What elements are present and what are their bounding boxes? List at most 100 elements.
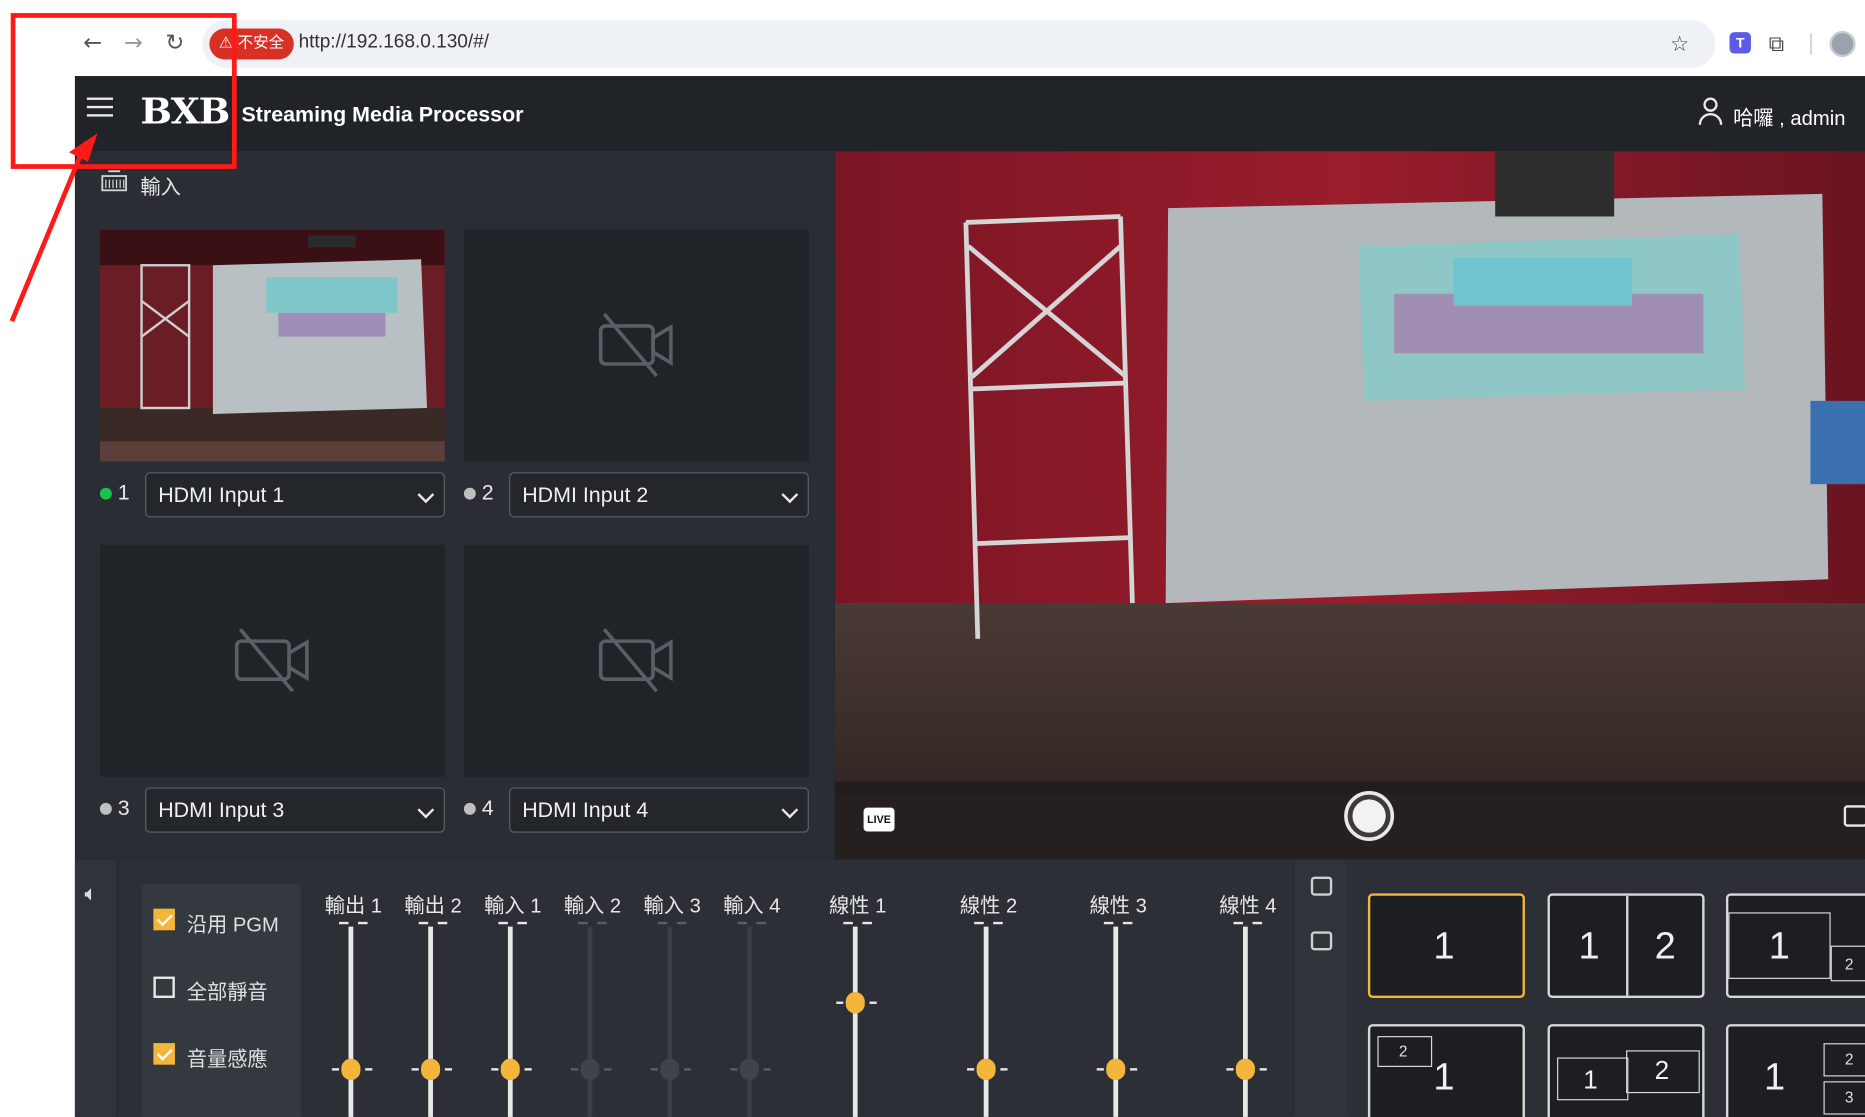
profile-avatar[interactable]	[1829, 30, 1856, 58]
volume-slider-knob[interactable]	[845, 992, 865, 1014]
volume-slider-track[interactable]	[428, 926, 433, 1117]
channel-tick	[597, 921, 607, 925]
channel-tick	[1233, 921, 1244, 925]
layout-sub-label: 3	[1844, 1088, 1854, 1107]
volume-slider-knob	[739, 1058, 759, 1081]
slider-side-mark	[650, 1068, 658, 1071]
volume-slider-track[interactable]	[1113, 926, 1119, 1117]
channel-tick	[498, 921, 508, 925]
app-container: BXB Streaming Media Processor 哈囉 , admin…	[74, 76, 1865, 1117]
layout-label: 1	[1768, 924, 1790, 968]
channel-tick	[339, 921, 349, 925]
url-text[interactable]: http://192.168.0.130/#/	[299, 32, 489, 53]
program-video-frame	[835, 151, 1865, 859]
channel-label: 輸入 1	[484, 894, 542, 918]
volume-slider-track	[747, 926, 752, 1117]
source-row-3: 3 HDMI Input 3	[99, 787, 445, 833]
layout-label: 2	[1654, 1055, 1670, 1085]
volume-slider-track[interactable]	[983, 926, 989, 1117]
channel-label: 線性 1	[829, 894, 887, 918]
camera-icon[interactable]	[1843, 805, 1865, 827]
chevron-down-icon	[417, 801, 435, 819]
layout-label: 1	[1583, 1064, 1598, 1095]
source-number: 1	[117, 480, 130, 505]
input-preview-3[interactable]	[99, 544, 445, 777]
speaker-icon[interactable]: 🔈︎	[84, 881, 97, 906]
layout-single-button[interactable]: 1	[1367, 893, 1525, 998]
source-row-1: 1 HDMI Input 1	[99, 472, 445, 518]
volume-slider-track	[667, 926, 673, 1117]
checkbox-volume-sensing[interactable]	[153, 1043, 175, 1065]
live-badge[interactable]: LIVE	[863, 807, 895, 832]
volume-slider-track[interactable]	[852, 926, 858, 1117]
layout-main-two-button[interactable]: 1 2 3	[1725, 1024, 1865, 1117]
screenshot-root: ← → ↻ ⚠ 不安全 http://192.168.0.130/#/ ☆ T …	[0, 0, 1865, 1117]
input-preview-2[interactable]	[463, 229, 809, 462]
annotation-arrow	[9, 133, 98, 323]
layout-pip-br-button[interactable]: 1 2	[1725, 893, 1865, 998]
user-icon[interactable]	[1697, 97, 1723, 127]
channel-tick	[1252, 921, 1263, 925]
audio-options: 沿用 PGM 全部靜音 音量感應	[141, 883, 301, 1117]
toolbar-separator	[1810, 33, 1812, 55]
extension-icon[interactable]: T	[1729, 32, 1751, 54]
volume-slider-knob[interactable]	[976, 1058, 996, 1081]
slider-side-mark	[331, 1068, 340, 1071]
user-greeting[interactable]: 哈囉 , admin	[1733, 101, 1845, 131]
layout-label: 2	[1654, 924, 1676, 968]
volume-slider-knob[interactable]	[341, 1058, 361, 1081]
source-select-3[interactable]: HDMI Input 3	[145, 787, 445, 833]
channel-label: 線性 3	[1089, 894, 1147, 918]
layout-overlay-icon[interactable]	[1310, 931, 1333, 951]
slider-side-mark	[730, 1068, 738, 1071]
camera-off-icon	[598, 628, 673, 693]
layout-panel: 1 1 2 1 2 2 1 1 2 1 2 3	[1294, 860, 1865, 1117]
volume-slider-knob	[580, 1058, 600, 1081]
extensions-puzzle-icon[interactable]: ⧉	[1769, 32, 1784, 57]
channel-tick	[737, 921, 748, 925]
channel-tick	[437, 921, 448, 925]
app-title: Streaming Media Processor	[241, 102, 524, 127]
inputs-panel: 輸入 1 HDMI Input 1 2 HDMI Input 2 3 HDMI …	[74, 151, 834, 859]
status-dot	[99, 487, 112, 500]
option-label: 音量感應	[186, 1047, 268, 1071]
volume-slider-knob	[660, 1058, 680, 1081]
option-label: 沿用 PGM	[186, 913, 279, 937]
channel-tick	[862, 921, 872, 925]
layout-sidebar	[1294, 860, 1347, 1117]
audio-sidebar: 🔈︎	[74, 860, 118, 1117]
channel-tick	[974, 921, 984, 925]
source-select-1[interactable]: HDMI Input 1	[145, 472, 445, 518]
audio-mixer-panel: 🔈︎ 沿用 PGM 全部靜音 音量感應 輸出 1 輸出 2 輸入 1 輸入 2 輸入 3…	[74, 860, 1293, 1117]
volume-slider-knob[interactable]	[421, 1058, 441, 1081]
slider-side-mark	[604, 1068, 612, 1071]
star-icon[interactable]: ☆	[1670, 32, 1689, 57]
layout-divider	[1626, 895, 1628, 996]
volume-slider-track[interactable]	[507, 926, 513, 1117]
layout-split-button[interactable]: 1 2	[1547, 893, 1705, 998]
channel-tick	[657, 921, 668, 925]
input-preview-4[interactable]	[463, 544, 809, 777]
layout-side-by-side-button[interactable]: 1 2	[1547, 1024, 1705, 1117]
channel-tick	[993, 921, 1003, 925]
volume-slider-track[interactable]	[348, 926, 354, 1117]
checkbox-follow-pgm[interactable]	[153, 908, 175, 931]
volume-slider-knob[interactable]	[1235, 1058, 1255, 1081]
volume-slider-knob[interactable]	[500, 1058, 520, 1081]
checkbox-mute-all[interactable]	[153, 976, 175, 998]
input-preview-1[interactable]	[99, 229, 445, 462]
source-select-4[interactable]: HDMI Input 4	[509, 787, 809, 833]
slider-side-mark	[411, 1068, 419, 1071]
layout-pip-tl-button[interactable]: 2 1	[1367, 1024, 1525, 1117]
channel-tick	[843, 921, 853, 925]
program-preview[interactable]: LIVE	[835, 151, 1865, 859]
layout-pip-icon[interactable]	[1310, 876, 1333, 896]
channel-label: 輸入 4	[723, 894, 781, 918]
source-select-2[interactable]: HDMI Input 2	[509, 472, 809, 518]
channel-tick	[418, 921, 429, 925]
source-select-value: HDMI Input 2	[522, 482, 649, 507]
slider-side-mark	[365, 1068, 373, 1071]
record-button[interactable]	[1344, 791, 1395, 841]
volume-slider-knob[interactable]	[1106, 1058, 1126, 1081]
volume-slider-track[interactable]	[1243, 926, 1248, 1117]
